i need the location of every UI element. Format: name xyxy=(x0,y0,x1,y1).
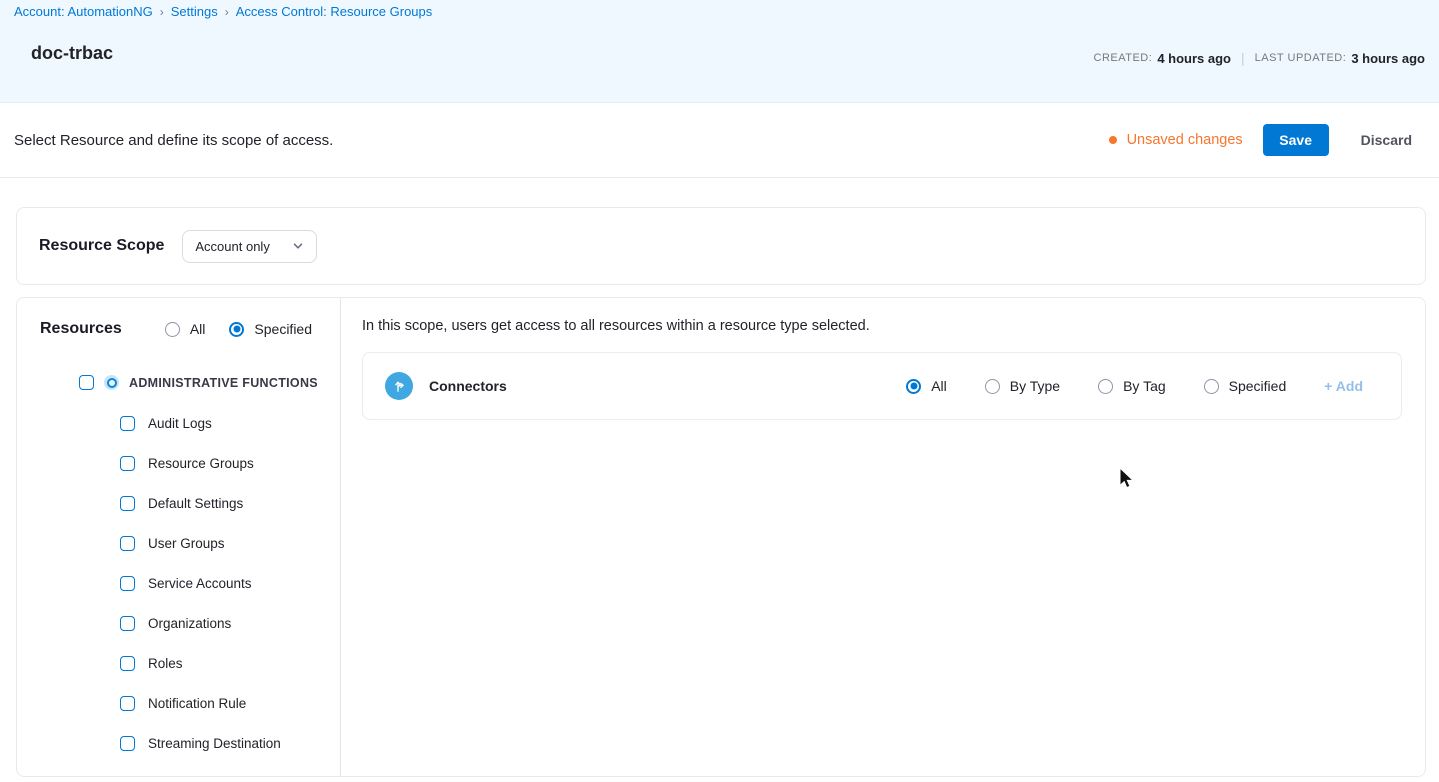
connectors-icon xyxy=(385,372,413,400)
page-header: Account: AutomationNG › Settings › Acces… xyxy=(0,0,1439,103)
discard-button[interactable]: Discard xyxy=(1361,132,1412,148)
add-connectors-link[interactable]: + Add xyxy=(1324,378,1363,394)
radio-resources-specified[interactable]: Specified xyxy=(229,321,312,337)
list-item-resource-groups[interactable]: Resource Groups xyxy=(17,443,340,483)
item-checkbox[interactable] xyxy=(120,455,135,471)
list-item-default-settings[interactable]: Default Settings xyxy=(17,483,340,523)
list-item-label: Streaming Destination xyxy=(148,735,281,751)
item-checkbox[interactable] xyxy=(120,655,135,671)
list-item-label: Notification Rule xyxy=(148,695,247,711)
radio-connectors-by-tag-label: By Tag xyxy=(1123,378,1166,394)
item-checkbox[interactable] xyxy=(120,535,135,551)
radio-connectors-by-type-label: By Type xyxy=(1009,378,1061,394)
group-checkbox[interactable] xyxy=(79,375,94,390)
radio-icon[interactable] xyxy=(1098,378,1114,394)
resources-header: Resources All Specified xyxy=(17,298,340,338)
list-item-label: Resource Groups xyxy=(148,455,254,471)
breadcrumb-separator-icon: › xyxy=(159,4,164,19)
list-item-roles[interactable]: Roles xyxy=(17,643,340,683)
last-updated-label: LAST UPDATED: xyxy=(1254,52,1347,64)
radio-selected-icon[interactable] xyxy=(229,321,245,337)
resource-scope-label: Resource Scope xyxy=(39,237,165,254)
scope-instruction: In this scope, users get access to all r… xyxy=(362,318,870,334)
connectors-scope-radio-group: All By Type By Tag Specified + Add xyxy=(906,378,1363,394)
list-item-label: Organizations xyxy=(148,615,232,631)
radio-resources-all-label: All xyxy=(189,321,206,337)
list-item-notification-rule[interactable]: Notification Rule xyxy=(17,683,340,723)
resource-scope-card: Resource Scope Account only xyxy=(16,207,1426,285)
list-item-label: User Groups xyxy=(148,535,225,551)
list-item-audit-logs[interactable]: Audit Logs xyxy=(17,403,340,443)
resources-heading: Resources xyxy=(40,320,122,337)
item-checkbox[interactable] xyxy=(120,735,135,751)
action-toolbar: Select Resource and define its scope of … xyxy=(0,103,1439,178)
radio-connectors-by-tag[interactable]: By Tag xyxy=(1098,378,1166,394)
resource-group-administrative-functions[interactable]: ADMINISTRATIVE FUNCTIONS xyxy=(79,375,340,390)
breadcrumb: Account: AutomationNG › Settings › Acces… xyxy=(14,4,432,19)
breadcrumb-separator-icon: › xyxy=(224,4,229,19)
group-label: ADMINISTRATIVE FUNCTIONS xyxy=(129,375,318,390)
radio-icon[interactable] xyxy=(1203,378,1219,394)
resource-scope-selected-value: Account only xyxy=(195,238,270,254)
connectors-label: Connectors xyxy=(429,378,507,394)
radio-connectors-by-type[interactable]: By Type xyxy=(984,378,1061,394)
page-title: doc-trbac xyxy=(31,43,114,63)
connectors-resource-row: Connectors All By Type By Tag Specified … xyxy=(362,352,1402,420)
resources-sidebar: Resources All Specified ADMINISTRATIVE F… xyxy=(17,298,341,776)
radio-connectors-specified-label: Specified xyxy=(1228,378,1287,394)
header-meta: CREATED: 4 hours ago | LAST UPDATED: 3 h… xyxy=(1094,50,1426,66)
resource-type-list: Audit Logs Resource Groups Default Setti… xyxy=(17,403,340,763)
item-checkbox[interactable] xyxy=(120,615,135,631)
radio-resources-specified-label: Specified xyxy=(254,321,312,337)
radio-connectors-specified[interactable]: Specified xyxy=(1203,378,1287,394)
item-checkbox[interactable] xyxy=(120,575,135,591)
item-checkbox[interactable] xyxy=(120,695,135,711)
item-checkbox[interactable] xyxy=(120,495,135,511)
content-area: Resource Scope Account only Resources Al… xyxy=(0,178,1439,782)
list-item-label: Service Accounts xyxy=(148,575,252,591)
save-button[interactable]: Save xyxy=(1262,124,1329,156)
scope-detail-pane: In this scope, users get access to all r… xyxy=(341,298,1425,776)
breadcrumb-settings-link[interactable]: Settings xyxy=(171,4,218,19)
breadcrumb-access-control-link[interactable]: Access Control: Resource Groups xyxy=(236,4,433,19)
resource-scope-dropdown[interactable]: Account only xyxy=(182,229,317,263)
list-item-streaming-destination[interactable]: Streaming Destination xyxy=(17,723,340,763)
list-item-user-groups[interactable]: User Groups xyxy=(17,523,340,563)
created-label: CREATED: xyxy=(1093,52,1153,64)
list-item-service-accounts[interactable]: Service Accounts xyxy=(17,563,340,603)
list-item-label: Roles xyxy=(148,655,183,671)
chevron-down-icon xyxy=(293,243,303,249)
radio-selected-icon[interactable] xyxy=(906,378,922,394)
list-item-organizations[interactable]: Organizations xyxy=(17,603,340,643)
item-checkbox[interactable] xyxy=(120,415,135,431)
meta-divider: | xyxy=(1241,50,1245,66)
toolbar-actions: Unsaved changes Save Discard xyxy=(1108,124,1412,156)
created-value: 4 hours ago xyxy=(1157,50,1231,66)
unsaved-changes-label: Unsaved changes xyxy=(1126,132,1243,148)
scope-dot-icon xyxy=(104,375,119,390)
list-item-label: Default Settings xyxy=(148,495,244,511)
toolbar-instruction: Select Resource and define its scope of … xyxy=(14,131,334,149)
resources-mode-radio-group: All Specified xyxy=(164,321,312,337)
radio-icon[interactable] xyxy=(164,321,180,337)
list-item-label: Audit Logs xyxy=(148,415,212,431)
resources-body-card: Resources All Specified ADMINISTRATIVE F… xyxy=(16,297,1426,777)
radio-resources-all[interactable]: All xyxy=(164,321,206,337)
unsaved-changes-indicator: Unsaved changes xyxy=(1108,132,1243,148)
radio-connectors-all[interactable]: All xyxy=(906,378,947,394)
last-updated-value: 3 hours ago xyxy=(1351,50,1425,66)
unsaved-dot-icon xyxy=(1108,136,1117,144)
radio-connectors-all-label: All xyxy=(931,378,947,394)
breadcrumb-account-link[interactable]: Account: AutomationNG xyxy=(14,4,153,19)
radio-icon[interactable] xyxy=(984,378,1000,394)
